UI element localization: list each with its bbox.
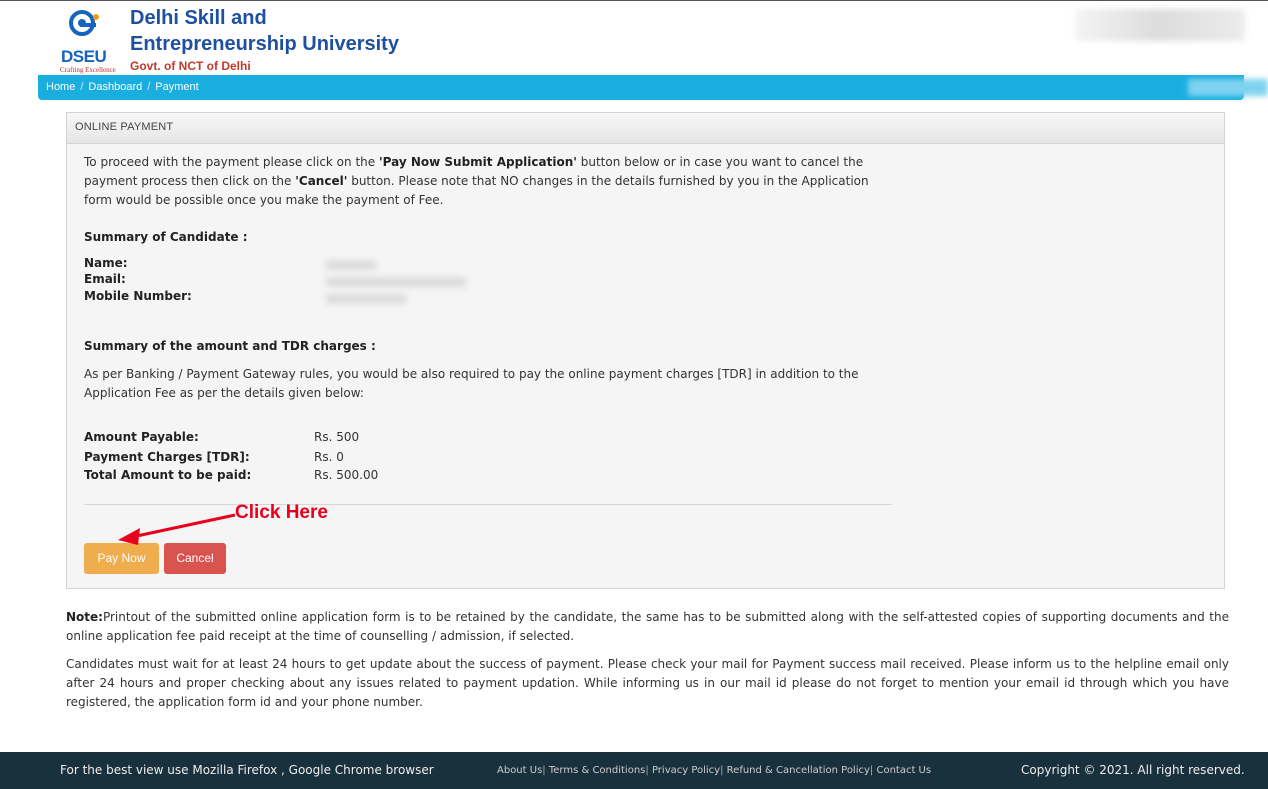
footer-link-terms[interactable]: Terms & Conditions bbox=[549, 765, 646, 776]
university-name: Delhi Skill and Entrepreneurship Univers… bbox=[130, 5, 399, 57]
name-value-redacted bbox=[326, 260, 376, 270]
amount-summary-title: Summary of the amount and TDR charges : bbox=[84, 339, 376, 353]
mobile-value-redacted bbox=[326, 294, 406, 304]
browser-recommendation: For the best view use Mozilla Firefox , … bbox=[60, 763, 434, 777]
intro-pay-now-label: 'Pay Now Submit Application' bbox=[378, 155, 577, 169]
total-value: Rs. 500.00 bbox=[314, 468, 379, 482]
govt-subtitle: Govt. of NCT of Delhi bbox=[130, 59, 251, 73]
tdr-value: Rs. 0 bbox=[314, 450, 344, 464]
footer-link-privacy[interactable]: Privacy Policy bbox=[652, 765, 720, 776]
user-info-redacted bbox=[1075, 9, 1245, 41]
panel-body: To proceed with the payment please click… bbox=[67, 144, 1224, 210]
note-text: Printout of the submitted online applica… bbox=[66, 610, 1229, 643]
footer-links: About Us| Terms & Conditions| Privacy Po… bbox=[497, 765, 931, 776]
intro-cancel-label: 'Cancel' bbox=[295, 174, 348, 188]
name-label: Name: bbox=[84, 256, 128, 270]
site-footer: For the best view use Mozilla Firefox , … bbox=[0, 752, 1268, 789]
click-here-annotation: Click Here bbox=[235, 502, 328, 523]
breadcrumb-home[interactable]: Home bbox=[46, 81, 75, 93]
university-name-line2: Entrepreneurship University bbox=[130, 33, 399, 55]
note-label: Note: bbox=[66, 610, 103, 624]
footer-link-contact[interactable]: Contact Us bbox=[876, 765, 931, 776]
payment-instructions: To proceed with the payment please click… bbox=[84, 153, 894, 210]
breadcrumb-dashboard[interactable]: Dashboard bbox=[88, 81, 142, 93]
logo-abbreviation: DSEU bbox=[61, 47, 107, 66]
breadcrumb-bar: Home / Dashboard / Payment bbox=[38, 75, 1268, 100]
printout-note: Note:Printout of the submitted online ap… bbox=[66, 608, 1229, 646]
tdr-explanation: As per Banking / Payment Gateway rules, … bbox=[84, 367, 859, 400]
amount-payable-label: Amount Payable: bbox=[84, 430, 199, 444]
logo-tagline: Crafting Excellence bbox=[60, 66, 116, 74]
site-header: DSEU Crafting Excellence Delhi Skill and… bbox=[0, 1, 1268, 75]
university-logo[interactable]: DSEU Crafting Excellence bbox=[60, 7, 124, 75]
breadcrumb-separator: / bbox=[147, 81, 151, 93]
university-name-line1: Delhi Skill and bbox=[130, 7, 267, 29]
breadcrumb: Home / Dashboard / Payment bbox=[46, 81, 199, 93]
panel-title: ONLINE PAYMENT bbox=[67, 113, 1224, 144]
user-menu-redacted bbox=[1188, 79, 1268, 96]
breadcrumb-separator: / bbox=[80, 81, 84, 93]
email-value-redacted bbox=[326, 277, 466, 287]
tdr-label: Payment Charges [TDR]: bbox=[84, 450, 250, 464]
red-arrow-icon bbox=[118, 513, 236, 545]
divider bbox=[84, 504, 892, 505]
footer-link-refund[interactable]: Refund & Cancellation Policy bbox=[727, 765, 870, 776]
breadcrumb-payment: Payment bbox=[155, 81, 199, 93]
intro-text: To proceed with the payment please click… bbox=[84, 155, 379, 169]
candidate-summary-title: Summary of Candidate : bbox=[84, 230, 248, 244]
amount-payable-value: Rs. 500 bbox=[314, 430, 360, 444]
dseu-logo-icon bbox=[69, 10, 99, 36]
copyright-text: Copyright © 2021. All right reserved. bbox=[1021, 763, 1245, 777]
email-label: Email: bbox=[84, 272, 126, 286]
mobile-label: Mobile Number: bbox=[84, 289, 192, 303]
payment-wait-note: Candidates must wait for at least 24 hou… bbox=[66, 657, 1229, 709]
total-label: Total Amount to be paid: bbox=[84, 468, 252, 482]
footer-link-about-us[interactable]: About Us bbox=[497, 765, 542, 776]
